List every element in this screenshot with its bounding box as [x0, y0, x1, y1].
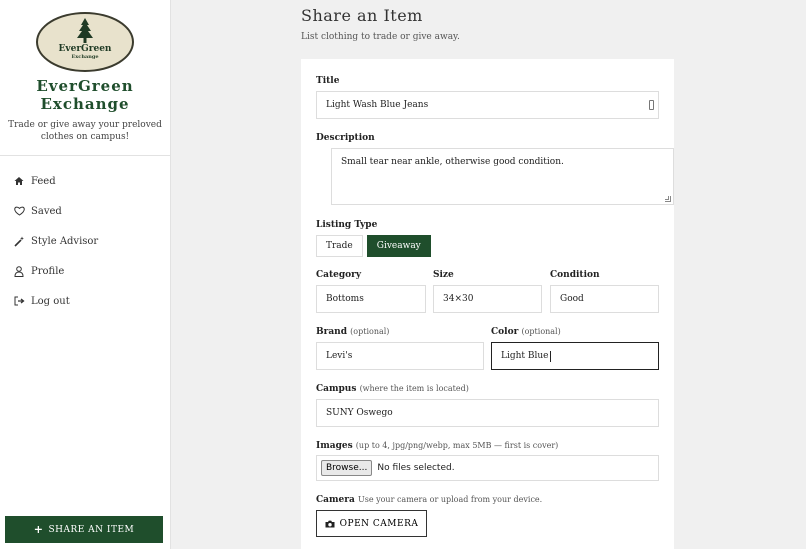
sidebar-item-label: Saved: [31, 205, 62, 217]
color-value: Light Blue: [501, 351, 549, 361]
condition-label: Condition: [550, 270, 600, 280]
color-input[interactable]: Light Blue: [491, 342, 659, 370]
sidebar-item-feed[interactable]: Feed: [0, 166, 170, 196]
autofill-icon: [649, 100, 654, 110]
brand-title: EverGreen Exchange: [0, 77, 170, 113]
camera-icon: [325, 520, 335, 527]
sidebar-item-label: Profile: [31, 265, 65, 277]
brand-optional-hint: (optional): [350, 327, 390, 336]
size-value: 34×30: [443, 294, 474, 304]
campus-hint: (where the item is located): [359, 384, 469, 393]
brand-title-line1: EverGreen: [36, 77, 134, 95]
plus-icon: +: [33, 523, 44, 536]
magic-wand-icon: [13, 235, 25, 247]
listing-type-toggle: Trade Giveaway: [316, 235, 435, 257]
logo: EverGreen Exchange: [36, 12, 134, 72]
open-camera-button[interactable]: OPEN CAMERA: [316, 510, 427, 537]
browse-button[interactable]: Browse...: [321, 460, 373, 476]
condition-value: Good: [560, 294, 584, 304]
share-item-button[interactable]: + SHARE AN ITEM: [5, 516, 163, 543]
title-input[interactable]: Light Wash Blue Jeans: [316, 91, 659, 119]
user-icon: [13, 265, 25, 277]
listing-type-trade[interactable]: Trade: [316, 235, 363, 257]
color-label-text: Color: [491, 327, 519, 337]
brand-value: Levi's: [326, 351, 353, 361]
page-title: Share an Item: [301, 6, 423, 25]
category-label: Category: [316, 270, 362, 280]
pine-tree-icon: [77, 18, 93, 43]
title-label: Title: [316, 76, 340, 86]
description-label: Description: [316, 133, 375, 143]
campus-input[interactable]: SUNY Oswego: [316, 399, 659, 427]
campus-label-text: Campus: [316, 384, 357, 394]
category-value: Bottoms: [326, 294, 364, 304]
camera-label: Camera Use your camera or upload from yo…: [316, 494, 542, 506]
logo-wrap: EverGreen Exchange: [0, 0, 170, 72]
brand-label: Brand (optional): [316, 326, 389, 338]
sidebar-item-label: Style Advisor: [31, 235, 99, 247]
logo-name: EverGreen: [58, 44, 112, 54]
color-label: Color (optional): [491, 326, 561, 338]
home-icon: [13, 175, 25, 187]
sidebar-nav: Feed Saved Style Advisor Profile Log out: [0, 166, 170, 316]
file-status: No files selected.: [377, 463, 455, 473]
size-input[interactable]: 34×30: [433, 285, 542, 313]
campus-value: SUNY Oswego: [326, 408, 393, 418]
listing-type-label: Listing Type: [316, 220, 378, 230]
sidebar: EverGreen Exchange EverGreen Exchange Tr…: [0, 0, 171, 549]
condition-input[interactable]: Good: [550, 285, 659, 313]
images-label-text: Images: [316, 441, 353, 451]
sidebar-item-label: Feed: [31, 175, 56, 187]
sidebar-divider: [0, 155, 170, 156]
sidebar-item-logout[interactable]: Log out: [0, 286, 170, 316]
brand-title-line2: Exchange: [40, 95, 130, 113]
campus-label: Campus (where the item is located): [316, 383, 469, 395]
size-label: Size: [433, 270, 454, 280]
color-optional-hint: (optional): [521, 327, 561, 336]
open-camera-label: OPEN CAMERA: [339, 518, 419, 529]
page-subtitle: List clothing to trade or give away.: [301, 32, 460, 42]
logout-icon: [13, 295, 25, 307]
sidebar-item-label: Log out: [31, 295, 70, 307]
sidebar-item-profile[interactable]: Profile: [0, 256, 170, 286]
category-input[interactable]: Bottoms: [316, 285, 426, 313]
share-item-label: SHARE AN ITEM: [48, 524, 135, 535]
images-file-input[interactable]: Browse... No files selected.: [316, 455, 659, 481]
resize-handle-icon[interactable]: [665, 196, 671, 202]
title-value: Light Wash Blue Jeans: [326, 100, 429, 110]
description-textarea[interactable]: Small tear near ankle, otherwise good co…: [331, 148, 674, 205]
images-hint: (up to 4, jpg/png/webp, max 5MB — first …: [355, 441, 559, 450]
sidebar-item-saved[interactable]: Saved: [0, 196, 170, 226]
images-label: Images (up to 4, jpg/png/webp, max 5MB —…: [316, 440, 558, 452]
heart-icon: [13, 205, 25, 217]
camera-hint: Use your camera or upload from your devi…: [357, 495, 543, 504]
brand-label-text: Brand: [316, 327, 348, 337]
camera-label-text: Camera: [316, 495, 355, 505]
logo-sub: Exchange: [71, 54, 99, 60]
text-caret: [549, 350, 551, 362]
listing-type-giveaway[interactable]: Giveaway: [366, 235, 431, 257]
brand-tagline: Trade or give away your preloved clothes…: [8, 120, 162, 142]
main-content: Share an Item List clothing to trade or …: [301, 0, 674, 549]
brand-input[interactable]: Levi's: [316, 342, 484, 370]
share-item-form: Title Light Wash Blue Jeans Description …: [301, 59, 674, 549]
sidebar-item-style-advisor[interactable]: Style Advisor: [0, 226, 170, 256]
description-value: Small tear near ankle, otherwise good co…: [341, 157, 564, 167]
